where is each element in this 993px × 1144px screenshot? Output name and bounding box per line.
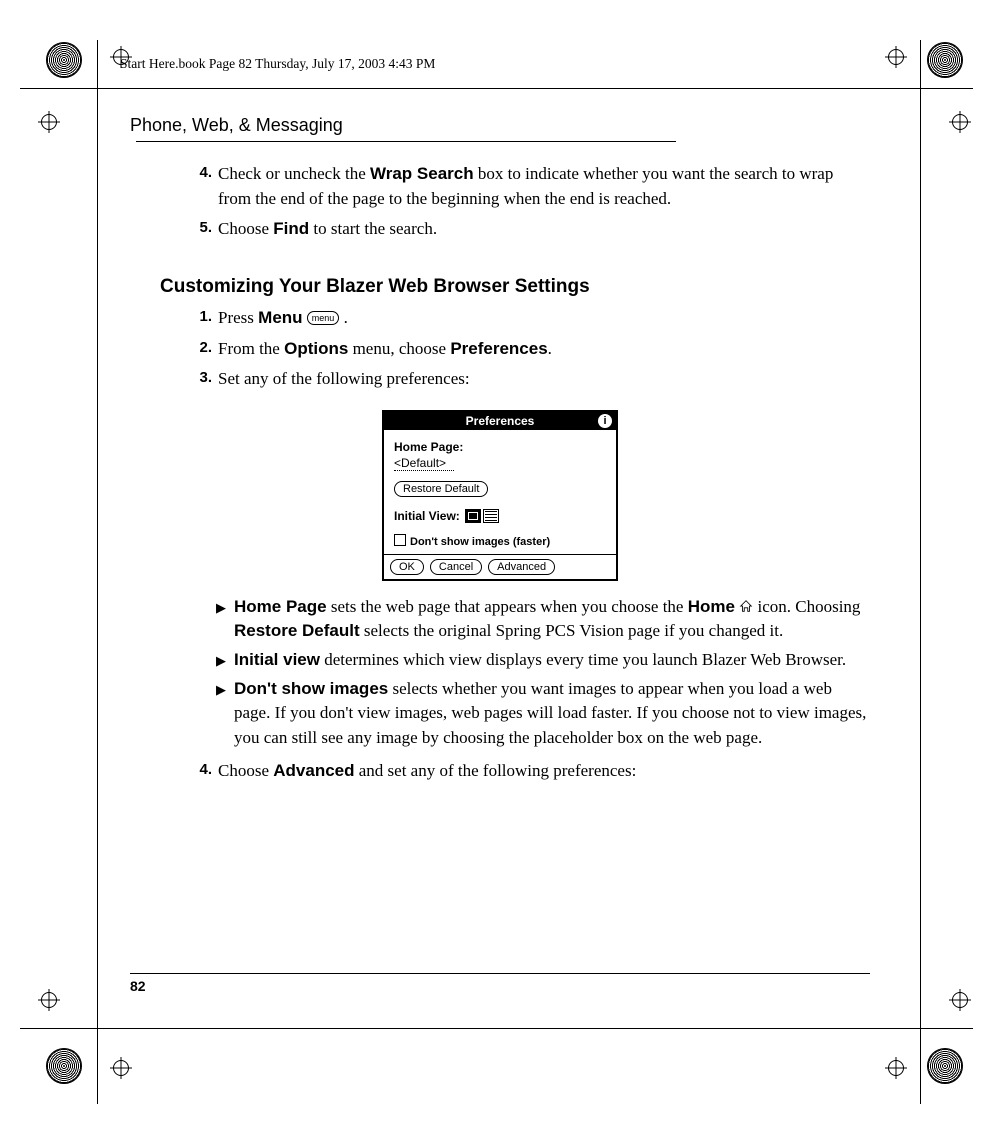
advanced-button: Advanced	[488, 559, 555, 575]
list-item: ▶ Initial view determines which view dis…	[216, 648, 870, 673]
initial-view-icons	[463, 509, 499, 526]
steps-after-heading: 1. Press Menu menu . 2. From the Options…	[190, 306, 870, 392]
step-text: Choose Advanced and set any of the follo…	[218, 759, 870, 784]
dont-show-images-label: Don't show images (faster)	[410, 536, 550, 548]
step-number: 4.	[190, 162, 212, 211]
bullet-text: Initial view determines which view displ…	[234, 648, 870, 673]
bullet-text: Home Page sets the web page that appears…	[234, 595, 870, 644]
registration-mark-icon	[38, 111, 60, 133]
step-number: 4.	[190, 759, 212, 784]
dialog-body: Home Page: <Default> Restore Default Ini…	[384, 430, 616, 554]
section-title: Phone, Web, & Messaging	[130, 115, 343, 135]
registration-disc-icon	[46, 1048, 82, 1084]
registration-mark-icon	[38, 989, 60, 1011]
home-icon	[739, 599, 753, 613]
steps-before-heading: 4. Check or uncheck the Wrap Search box …	[190, 162, 870, 242]
step-number: 1.	[190, 306, 212, 331]
crop-mark-top	[20, 88, 973, 89]
registration-mark-icon	[885, 46, 907, 68]
section-title-row: Phone, Web, & Messaging	[130, 115, 870, 154]
registration-disc-icon	[927, 42, 963, 78]
initial-view-label: Initial View:	[394, 509, 460, 523]
step-text: From the Options menu, choose Preference…	[218, 337, 870, 362]
registration-mark-icon	[949, 989, 971, 1011]
step-text: Set any of the following preferences:	[218, 367, 870, 392]
crop-mark-right	[920, 40, 921, 1104]
step-number: 5.	[190, 217, 212, 242]
bullet-marker-icon: ▶	[216, 595, 234, 644]
checkbox-icon	[394, 534, 406, 546]
steps-final: 4. Choose Advanced and set any of the fo…	[190, 759, 870, 784]
bullet-text: Don't show images selects whether you wa…	[234, 677, 870, 751]
list-item: 5. Choose Find to start the search.	[190, 217, 870, 242]
home-page-field: <Default>	[394, 456, 454, 471]
list-item: 4. Choose Advanced and set any of the fo…	[190, 759, 870, 784]
restore-default-button: Restore Default	[394, 481, 488, 497]
cancel-button: Cancel	[430, 559, 482, 575]
list-item: 1. Press Menu menu .	[190, 306, 870, 331]
registration-mark-icon	[110, 1057, 132, 1079]
registration-mark-icon	[949, 111, 971, 133]
bullet-marker-icon: ▶	[216, 648, 234, 673]
running-header: Start Here.book Page 82 Thursday, July 1…	[120, 56, 435, 72]
dialog-buttons: OK Cancel Advanced	[384, 554, 616, 579]
step-text: Press Menu menu .	[218, 306, 870, 331]
preferences-dialog-figure: Preferences i Home Page: <Default> Resto…	[382, 410, 618, 581]
page-number: 82	[130, 978, 146, 994]
dialog-title: Preferences	[466, 414, 535, 428]
crop-mark-bottom	[20, 1028, 973, 1029]
subheading: Customizing Your Blazer Web Browser Sett…	[160, 276, 870, 298]
list-item: ▶ Home Page sets the web page that appea…	[216, 595, 870, 644]
step-text: Choose Find to start the search.	[218, 217, 870, 242]
list-item: ▶ Don't show images selects whether you …	[216, 677, 870, 751]
crop-mark-left	[97, 40, 98, 1104]
step-text: Check or uncheck the Wrap Search box to …	[218, 162, 870, 211]
info-icon: i	[598, 414, 612, 428]
dialog-titlebar: Preferences i	[384, 412, 616, 430]
bullet-marker-icon: ▶	[216, 677, 234, 751]
home-page-label: Home Page:	[394, 440, 606, 454]
registration-mark-icon	[885, 1057, 907, 1079]
step-number: 3.	[190, 367, 212, 392]
preferences-dialog: Preferences i Home Page: <Default> Resto…	[382, 410, 618, 581]
step-number: 2.	[190, 337, 212, 362]
registration-disc-icon	[927, 1048, 963, 1084]
dont-show-images-row: Don't show images (faster)	[394, 534, 606, 548]
view-wide-icon	[483, 509, 499, 523]
page-footer: 82	[130, 973, 870, 994]
view-normal-icon	[465, 509, 481, 523]
ok-button: OK	[390, 559, 424, 575]
menu-key-icon: menu	[307, 311, 340, 325]
page-content: Phone, Web, & Messaging 4. Check or unch…	[130, 115, 870, 789]
list-item: 4. Check or uncheck the Wrap Search box …	[190, 162, 870, 211]
section-rule	[136, 141, 676, 142]
list-item: 3. Set any of the following preferences:	[190, 367, 870, 392]
list-item: 2. From the Options menu, choose Prefere…	[190, 337, 870, 362]
registration-disc-icon	[46, 42, 82, 78]
preference-descriptions: ▶ Home Page sets the web page that appea…	[216, 595, 870, 751]
